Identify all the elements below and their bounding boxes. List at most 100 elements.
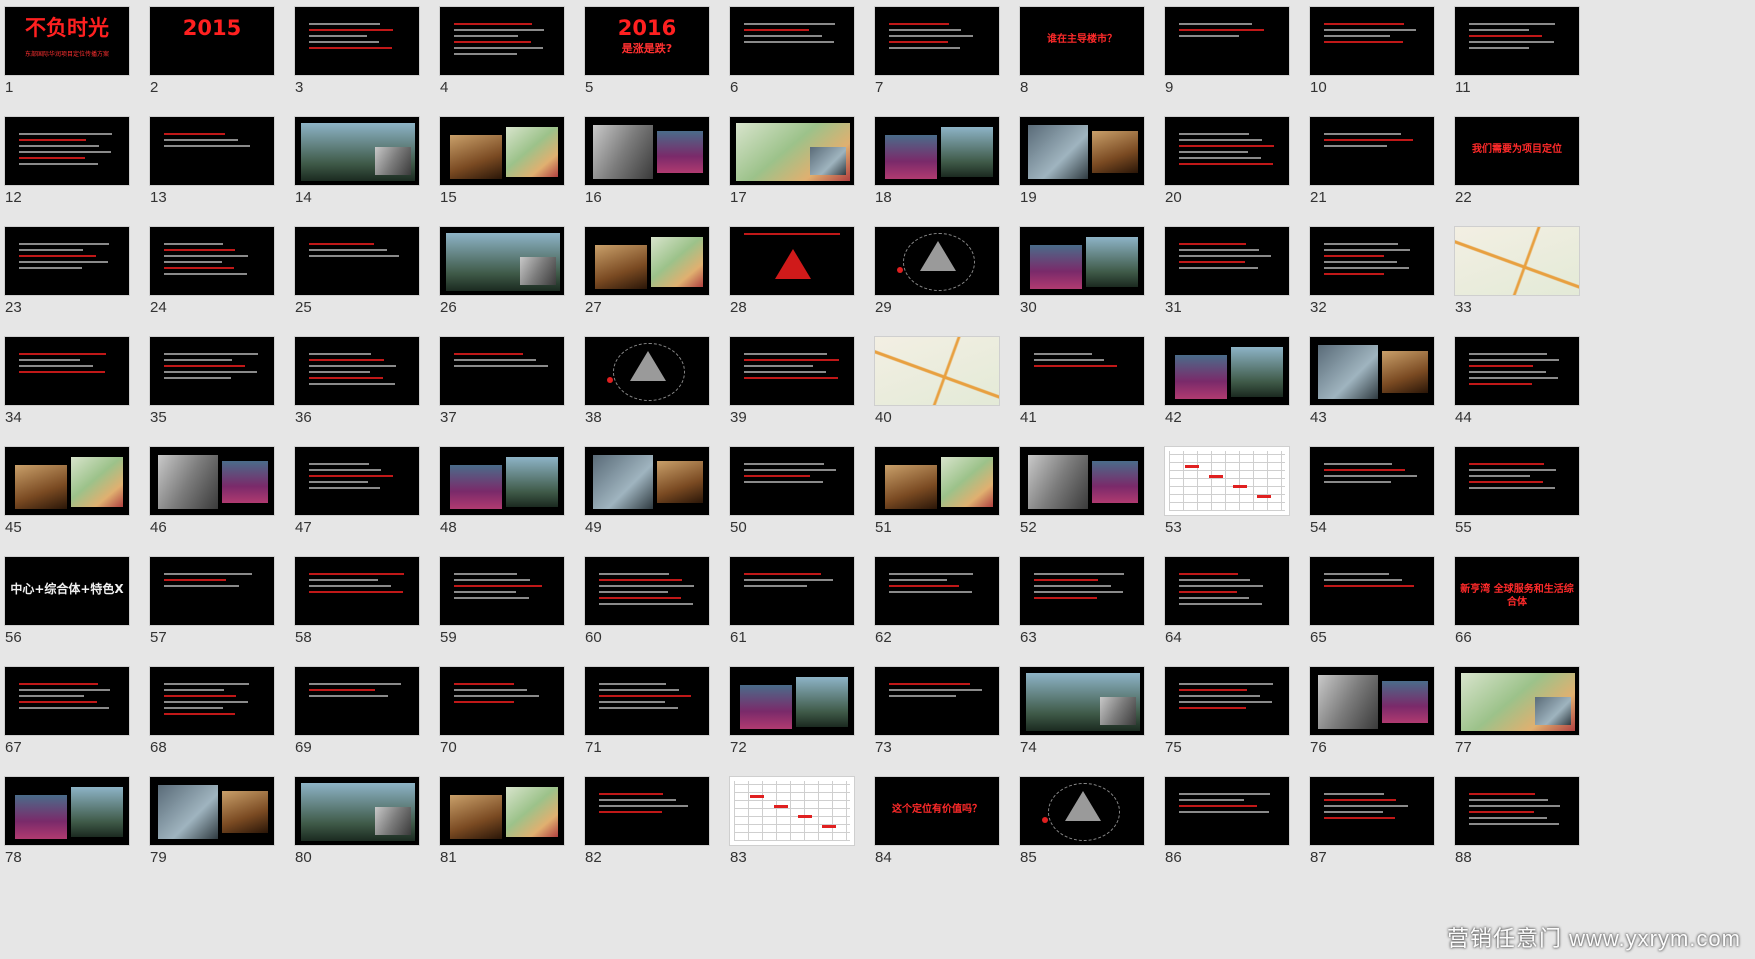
slide-thumbnail[interactable]: 3 [290,0,420,100]
slide-preview[interactable] [1309,336,1435,406]
slide-preview[interactable] [1019,446,1145,516]
slide-thumbnail[interactable]: 39 [725,330,855,430]
slide-thumbnail[interactable]: 14 [290,110,420,210]
slide-preview[interactable] [584,776,710,846]
slide-preview[interactable] [584,446,710,516]
slide-thumbnail[interactable]: 11 [1450,0,1580,100]
slide-thumbnail[interactable]: 27 [580,220,710,320]
slide-thumbnail[interactable]: 81 [435,770,565,870]
slide-preview[interactable] [1164,556,1290,626]
slide-preview[interactable] [294,116,420,186]
slide-thumbnail[interactable]: 10 [1305,0,1435,100]
slide-thumbnail[interactable]: 80 [290,770,420,870]
slide-preview[interactable] [874,116,1000,186]
slide-preview[interactable]: 中心+综合体+特色X [4,556,130,626]
slide-preview[interactable] [439,336,565,406]
slide-thumbnail[interactable]: 77 [1450,660,1580,760]
slide-thumbnail[interactable]: 51 [870,440,1000,540]
slide-thumbnail[interactable]: 这个定位有价值吗？ 84 [870,770,1000,870]
slide-thumbnail[interactable]: 新亨湾 全球服务和生活综合体 66 [1450,550,1580,650]
slide-preview[interactable] [1309,776,1435,846]
slide-thumbnail[interactable]: 18 [870,110,1000,210]
slide-thumbnail[interactable]: 我们需要为项目定位 22 [1450,110,1580,210]
slide-thumbnail[interactable]: 50 [725,440,855,540]
slide-preview[interactable] [4,776,130,846]
slide-preview[interactable] [1309,446,1435,516]
slide-thumbnail[interactable]: 36 [290,330,420,430]
slide-thumbnail[interactable]: 23 [0,220,130,320]
slide-preview[interactable] [294,336,420,406]
slide-preview[interactable] [1019,336,1145,406]
slide-preview[interactable] [294,226,420,296]
slide-thumbnail[interactable]: 48 [435,440,565,540]
slide-preview[interactable] [4,666,130,736]
slide-thumbnail[interactable]: 37 [435,330,565,430]
slide-thumbnail[interactable]: 33 [1450,220,1580,320]
slide-preview[interactable] [149,556,275,626]
slide-thumbnail[interactable]: 46 [145,440,275,540]
slide-preview[interactable]: 不负时光 东部国际华润项目定位传播方案 [4,6,130,76]
slide-thumbnail[interactable]: 7 [870,0,1000,100]
slide-preview[interactable] [1164,666,1290,736]
slide-preview[interactable] [1164,446,1290,516]
slide-preview[interactable] [439,556,565,626]
slide-preview[interactable] [729,776,855,846]
slide-thumbnail[interactable]: 60 [580,550,710,650]
slide-thumbnail[interactable]: 19 [1015,110,1145,210]
slide-thumbnail[interactable]: 不负时光 东部国际华润项目定位传播方案 1 [0,0,130,100]
slide-thumbnail[interactable]: 75 [1160,660,1290,760]
slide-preview[interactable] [729,556,855,626]
slide-thumbnail[interactable]: 35 [145,330,275,430]
slide-preview[interactable] [729,6,855,76]
slide-thumbnail[interactable]: 83 [725,770,855,870]
slide-thumbnail[interactable]: 41 [1015,330,1145,430]
slide-preview[interactable]: 我们需要为项目定位 [1454,116,1580,186]
slide-thumbnail[interactable]: 42 [1160,330,1290,430]
slide-preview[interactable] [1019,556,1145,626]
slide-thumbnail[interactable]: 88 [1450,770,1580,870]
slide-preview[interactable] [149,776,275,846]
slide-preview[interactable] [439,776,565,846]
slide-thumbnail[interactable]: 49 [580,440,710,540]
slide-thumbnail[interactable]: 9 [1160,0,1290,100]
slide-thumbnail[interactable]: 16 [580,110,710,210]
slide-preview[interactable] [1309,226,1435,296]
slide-preview[interactable] [1454,666,1580,736]
slide-preview[interactable] [1164,6,1290,76]
slide-thumbnail[interactable]: 58 [290,550,420,650]
slide-preview[interactable] [729,666,855,736]
slide-preview[interactable] [294,556,420,626]
slide-preview[interactable] [439,226,565,296]
slide-preview[interactable] [1019,116,1145,186]
slide-preview[interactable] [874,336,1000,406]
slide-thumbnail[interactable]: 30 [1015,220,1145,320]
slide-thumbnail[interactable]: 73 [870,660,1000,760]
slide-preview[interactable] [1309,116,1435,186]
slide-thumbnail[interactable]: 52 [1015,440,1145,540]
slide-preview[interactable] [1454,336,1580,406]
slide-preview[interactable] [1019,226,1145,296]
slide-thumbnail[interactable]: 74 [1015,660,1145,760]
slide-preview[interactable] [4,116,130,186]
slide-thumbnail[interactable]: 40 [870,330,1000,430]
slide-thumbnail[interactable]: 15 [435,110,565,210]
slide-thumbnail[interactable]: 62 [870,550,1000,650]
slide-thumbnail[interactable]: 63 [1015,550,1145,650]
slide-thumbnail[interactable]: 65 [1305,550,1435,650]
slide-preview[interactable] [584,666,710,736]
slide-preview[interactable] [874,226,1000,296]
slide-thumbnail[interactable]: 13 [145,110,275,210]
slide-thumbnail[interactable]: 68 [145,660,275,760]
slide-preview[interactable] [1019,776,1145,846]
slide-preview[interactable] [874,446,1000,516]
slide-preview[interactable] [294,446,420,516]
slide-preview[interactable] [729,336,855,406]
slide-thumbnail[interactable]: 72 [725,660,855,760]
slide-preview[interactable] [729,446,855,516]
slide-preview[interactable] [1454,6,1580,76]
slide-thumbnail[interactable]: 4 [435,0,565,100]
slide-preview[interactable] [294,776,420,846]
slide-preview[interactable] [874,556,1000,626]
slide-thumbnail[interactable]: 31 [1160,220,1290,320]
slide-thumbnail[interactable]: 57 [145,550,275,650]
